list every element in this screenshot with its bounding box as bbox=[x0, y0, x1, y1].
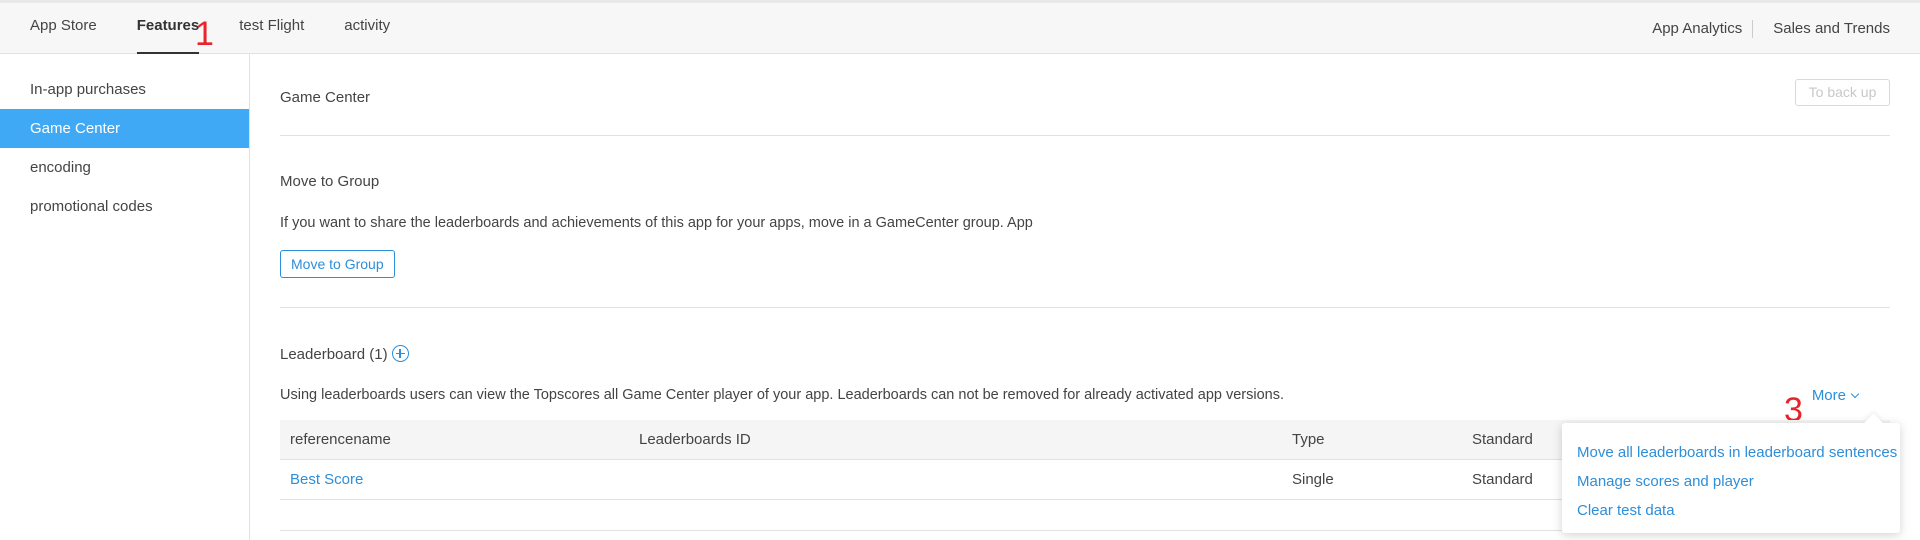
move-to-group-button[interactable]: Move to Group bbox=[280, 250, 395, 278]
leaderboard-section-description: Using leaderboards users can view the To… bbox=[280, 387, 1285, 403]
column-header-referencename: referencename bbox=[290, 431, 391, 448]
group-section-title: Move to Group bbox=[280, 173, 380, 190]
sales-and-trends-link[interactable]: Sales and Trends bbox=[1773, 20, 1890, 37]
tab-app-store[interactable]: App Store bbox=[30, 3, 97, 54]
column-header-standard: Standard bbox=[1472, 431, 1533, 448]
back-up-button[interactable]: To back up bbox=[1795, 79, 1890, 106]
tab-features[interactable]: Features bbox=[136, 3, 199, 54]
top-navigation-bar: App Store Features test Flight activity … bbox=[0, 0, 1920, 54]
group-section-description: If you want to share the leaderboards an… bbox=[280, 215, 1033, 231]
more-dropdown-menu: Move all leaderboards in leaderboard sen… bbox=[1562, 423, 1900, 533]
divider bbox=[280, 307, 1890, 308]
menu-item-manage-scores[interactable]: Manage scores and player bbox=[1562, 467, 1900, 496]
divider bbox=[280, 135, 1890, 136]
sidebar-item-encoding[interactable]: encoding bbox=[0, 148, 249, 187]
leaderboard-type-cell: Single bbox=[1292, 471, 1334, 488]
sidebar-item-promotional-codes[interactable]: promotional codes bbox=[0, 187, 249, 226]
column-header-leaderboards-id: Leaderboards ID bbox=[639, 431, 751, 448]
menu-item-clear-test-data[interactable]: Clear test data bbox=[1562, 496, 1900, 525]
sidebar-item-game-center[interactable]: Game Center bbox=[0, 109, 249, 148]
tab-activity[interactable]: activity bbox=[344, 3, 390, 54]
leaderboard-title-label: Leaderboard (1) bbox=[280, 346, 388, 363]
sidebar-item-in-app-purchases[interactable]: In-app purchases bbox=[0, 70, 249, 109]
more-label: More bbox=[1811, 387, 1846, 404]
add-leaderboard-plus-icon[interactable] bbox=[391, 345, 409, 362]
leaderboard-standard-cell: Standard bbox=[1472, 471, 1533, 488]
leaderboard-section-title: Leaderboard (1) bbox=[280, 345, 409, 363]
tab-test-flight[interactable]: test Flight bbox=[239, 3, 304, 54]
menu-item-move-all-leaderboards[interactable]: Move all leaderboards in leaderboard sen… bbox=[1562, 438, 1900, 467]
top-right-links: App Analytics Sales and Trends bbox=[1652, 3, 1890, 54]
leaderboard-name-link[interactable]: Best Score bbox=[290, 460, 363, 500]
app-analytics-link[interactable]: App Analytics bbox=[1652, 20, 1742, 37]
divider bbox=[1752, 19, 1754, 38]
page-title: Game Center bbox=[280, 89, 371, 106]
top-nav-tabs: App Store Features test Flight activity bbox=[30, 3, 430, 54]
column-header-type: Type bbox=[1292, 431, 1325, 448]
sidebar: In-app purchases Game Center encoding pr… bbox=[0, 54, 250, 540]
more-dropdown-toggle[interactable]: More bbox=[1811, 387, 1860, 404]
annotation-marker-1: 1 bbox=[195, 15, 214, 53]
chevron-down-icon bbox=[1850, 389, 1860, 399]
